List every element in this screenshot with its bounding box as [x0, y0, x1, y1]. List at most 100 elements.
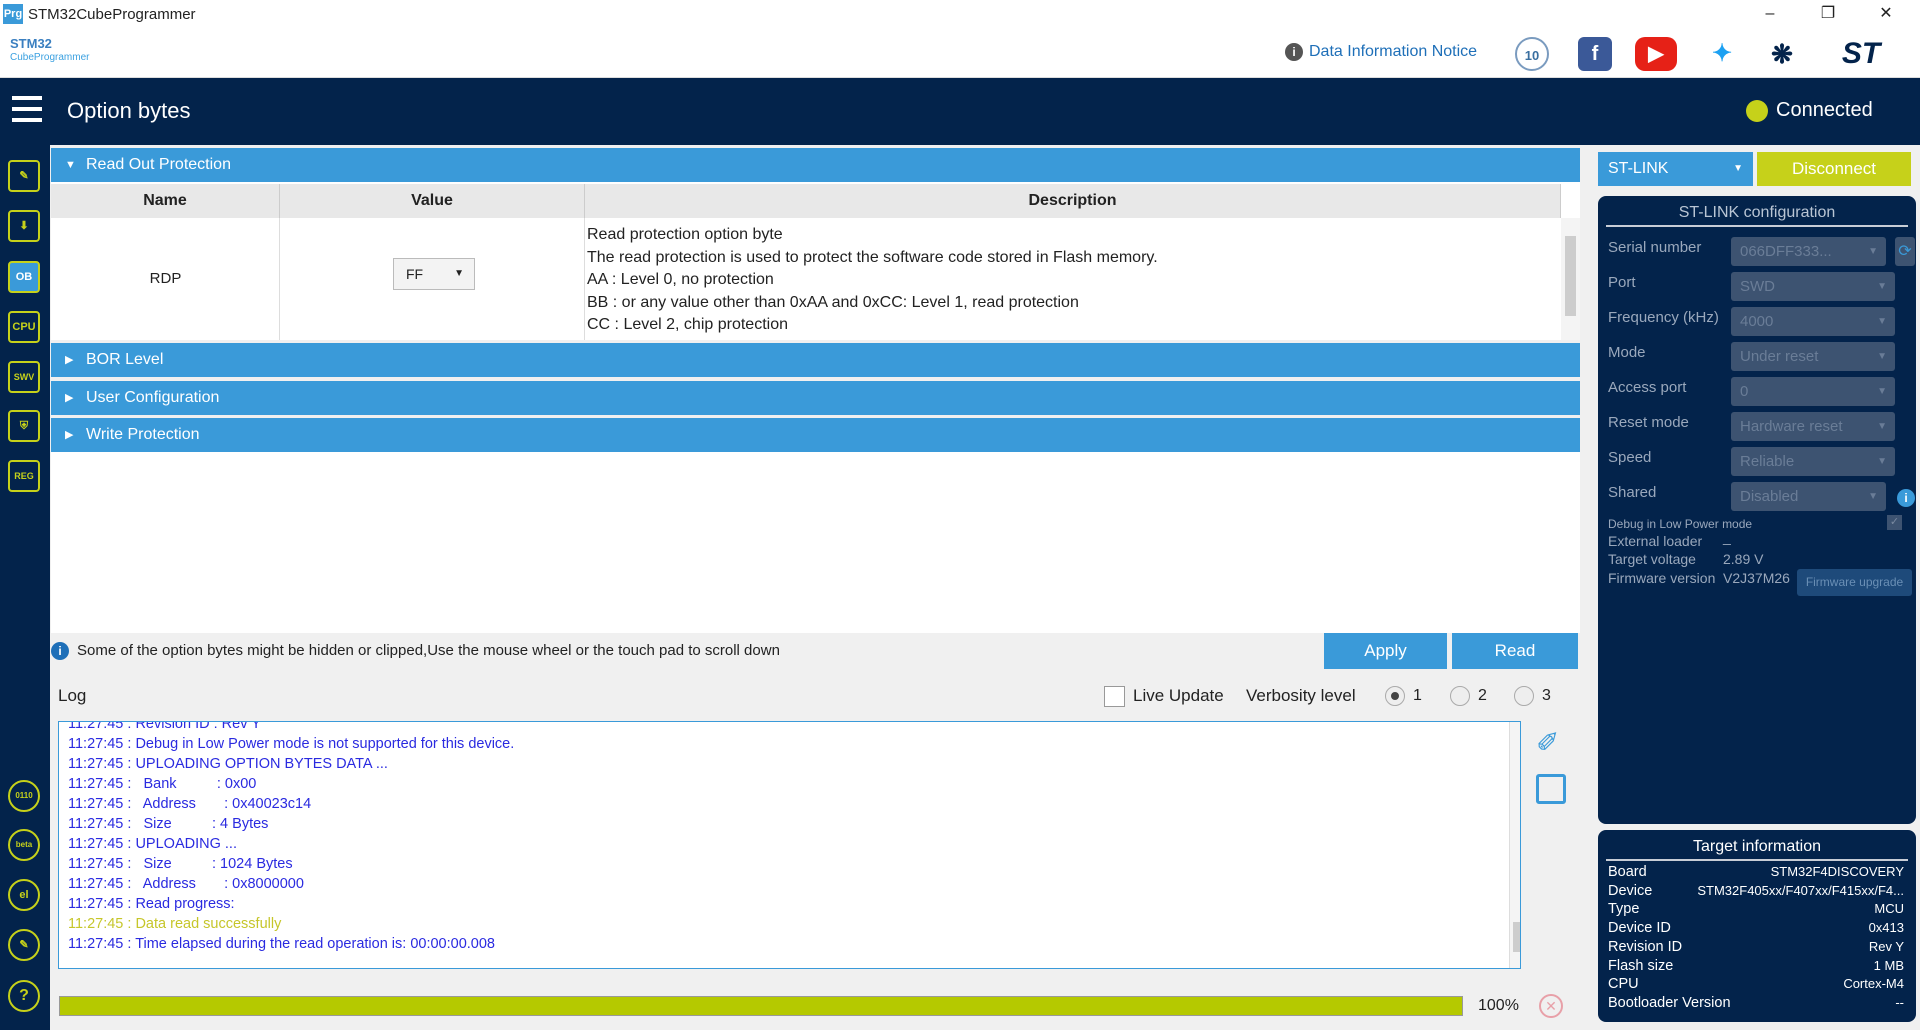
table-scrollbar[interactable]: [1561, 218, 1580, 340]
log-line: 11:27:45 : Data read successfully: [68, 916, 282, 932]
config-value: Under reset: [1740, 348, 1819, 365]
config-value: 066DFF333...: [1740, 243, 1832, 260]
sidebar-item-option-bytes[interactable]: OB: [8, 261, 40, 293]
sidebar-item-pen[interactable]: ✎: [8, 929, 40, 961]
config-select[interactable]: Disabled ▼: [1731, 482, 1886, 511]
target-info-value: STM32F4DISCOVERY: [1770, 864, 1904, 879]
section-title: Read Out Protection: [86, 156, 231, 173]
log-line: 11:27:45 : Revision ID : Rev Y: [68, 721, 261, 732]
target-info-key: Device: [1608, 882, 1653, 899]
config-label: Mode: [1608, 344, 1646, 361]
apply-button[interactable]: Apply: [1324, 633, 1447, 669]
radio-label: 3: [1542, 687, 1551, 705]
network-icon[interactable]: ❋: [1765, 37, 1799, 71]
debug-low-power-checkbox[interactable]: ✓: [1887, 515, 1902, 530]
log-line: 11:27:45 : Bank : 0x00: [68, 776, 257, 792]
restore-button[interactable]: ❐: [1808, 2, 1848, 26]
radio-label: 1: [1413, 687, 1422, 705]
config-value: Disabled: [1740, 488, 1799, 505]
section-title: Write Protection: [86, 426, 200, 443]
disconnect-button[interactable]: Disconnect: [1757, 152, 1911, 186]
log-line: 11:27:45 : Address : 0x8000000: [68, 876, 304, 892]
title-bar: Prg STM32CubeProgrammer – ❐ ✕: [0, 0, 1920, 29]
config-select[interactable]: Reliable ▼: [1731, 447, 1895, 476]
target-info-row: Device ID 0x413: [1608, 920, 1904, 936]
read-button[interactable]: Read: [1452, 633, 1578, 669]
config-select[interactable]: SWD ▼: [1731, 272, 1895, 301]
sidebar-item-erasing-programming[interactable]: ✎: [8, 160, 40, 192]
config-label: Port: [1608, 274, 1636, 291]
config-label: Shared: [1608, 484, 1657, 501]
sidebar-item-security[interactable]: ⛨: [8, 410, 40, 442]
sidebar-item-binary[interactable]: 0110: [8, 780, 40, 812]
log-line: 11:27:45 : Address : 0x40023c14: [68, 796, 312, 812]
section-bor-level[interactable]: ▶ BOR Level: [51, 343, 1580, 377]
progress-bar: [59, 996, 1463, 1016]
menu-icon[interactable]: [12, 96, 42, 122]
target-info-key: Flash size: [1608, 957, 1674, 974]
live-update-checkbox[interactable]: Live Update: [1104, 686, 1224, 708]
section-title: User Configuration: [86, 389, 220, 406]
nav-bar: Option bytes Connected: [0, 78, 1920, 145]
log-scrollbar[interactable]: [1509, 722, 1520, 968]
connection-status: Connected: [1746, 99, 1873, 122]
facebook-icon[interactable]: f: [1578, 37, 1612, 71]
minimize-button[interactable]: –: [1750, 2, 1790, 26]
close-button[interactable]: ✕: [1866, 2, 1906, 26]
refresh-icon[interactable]: ⟳: [1895, 237, 1915, 266]
rdp-value-select[interactable]: FF ▼: [393, 258, 475, 290]
section-user-configuration[interactable]: ▶ User Configuration: [51, 381, 1580, 415]
column-header-name: Name: [51, 184, 280, 218]
target-info-value: 1 MB: [1873, 957, 1904, 973]
firmware-upgrade-button[interactable]: Firmware upgrade: [1797, 569, 1912, 596]
config-value: Reliable: [1740, 453, 1795, 470]
window-title: STM32CubeProgrammer: [28, 6, 196, 23]
description-line: The read protection is used to protect t…: [587, 248, 1158, 266]
log-lines: 11:27:45 : Revision ID : Rev Y 11:27:45 :…: [68, 721, 514, 954]
log-line: 11:27:45 : Read progress:: [68, 896, 235, 912]
target-info-row: Board STM32F4DISCOVERY: [1608, 864, 1904, 880]
rdp-value: FF: [406, 266, 424, 282]
anniversary-10-icon[interactable]: 10: [1515, 37, 1549, 71]
target-voltage-value: 2.89 V: [1723, 551, 1764, 567]
log-line: 11:27:45 : Time elapsed during the read …: [68, 936, 495, 952]
youtube-icon[interactable]: ▶: [1635, 37, 1677, 71]
target-info-value: Cortex-M4: [1843, 976, 1904, 992]
target-info-row: Device STM32F405xx/F407xx/F415xx/F4...: [1608, 883, 1904, 899]
firmware-version-label: Firmware version: [1608, 570, 1716, 586]
sidebar-item-registers[interactable]: REG: [8, 460, 40, 492]
help-icon[interactable]: ?: [8, 980, 40, 1012]
verbosity-radio-3[interactable]: 3: [1514, 686, 1551, 706]
sidebar-item-el[interactable]: el: [8, 879, 40, 911]
config-select[interactable]: 4000 ▼: [1731, 307, 1895, 336]
config-select[interactable]: 066DFF333... ▼: [1731, 237, 1886, 266]
clear-log-icon[interactable]: ✐: [1536, 726, 1559, 759]
sidebar-item-download[interactable]: ⬇: [8, 210, 40, 242]
data-information-notice-link[interactable]: i Data Information Notice: [1285, 43, 1477, 61]
sidebar-item-cpu[interactable]: CPU: [8, 311, 40, 343]
target-info-key: Revision ID: [1608, 938, 1683, 955]
section-write-protection[interactable]: ▶ Write Protection: [51, 418, 1580, 452]
chevron-down-icon: ▼: [1877, 456, 1887, 467]
verbosity-radio-1[interactable]: 1: [1385, 686, 1422, 706]
save-log-icon[interactable]: [1536, 774, 1566, 804]
interface-select[interactable]: ST-LINK ▼: [1598, 152, 1753, 186]
config-select[interactable]: 0 ▼: [1731, 377, 1895, 406]
sidebar-item-beta[interactable]: beta: [8, 829, 40, 861]
sidebar-item-swv[interactable]: SWV: [8, 361, 40, 393]
st-logo[interactable]: ST: [1822, 37, 1900, 71]
config-select[interactable]: Hardware reset ▼: [1731, 412, 1895, 441]
config-select[interactable]: Under reset ▼: [1731, 342, 1895, 371]
twitter-icon[interactable]: ✦: [1705, 37, 1739, 71]
target-info-value: MCU: [1874, 901, 1904, 917]
verbosity-radio-2[interactable]: 2: [1450, 686, 1487, 706]
option-bytes-table: Name Value Description RDP FF ▼ Read prot…: [51, 182, 1580, 340]
logo-text: STM32: [10, 36, 52, 51]
section-read-out-protection[interactable]: ▼ Read Out Protection: [51, 148, 1580, 182]
cancel-icon[interactable]: ✕: [1539, 994, 1563, 1018]
log-output[interactable]: 11:27:45 : Revision ID : Rev Y 11:27:45 :…: [58, 721, 1521, 969]
page-title: Option bytes: [67, 98, 191, 123]
info-icon[interactable]: i: [1897, 489, 1915, 507]
right-panel: ST-LINK ▼ Disconnect ST-LINK configuratio…: [1592, 145, 1920, 1030]
chevron-down-icon: ▼: [454, 268, 464, 279]
